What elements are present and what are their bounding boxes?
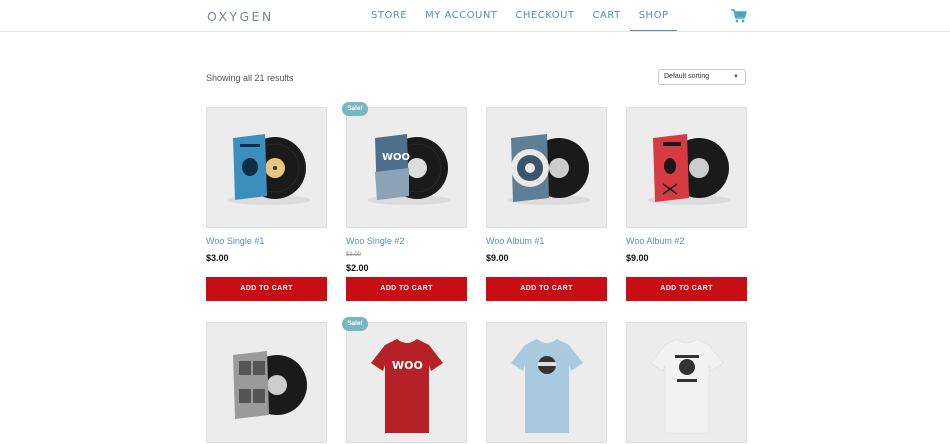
add-to-cart-button[interactable]: ADD TO CART xyxy=(486,277,607,301)
product-image[interactable] xyxy=(626,107,747,228)
vinyl-record-icon: WOO xyxy=(367,134,451,205)
vinyl-record-icon xyxy=(507,134,591,205)
product-name[interactable]: Woo Album #2 xyxy=(626,236,684,246)
sale-badge: Sale! xyxy=(342,317,368,331)
nav-cart[interactable]: CART xyxy=(584,0,630,31)
result-count: Showing all 21 results xyxy=(206,73,294,83)
chevron-down-icon: ▼ xyxy=(733,74,739,80)
product-name[interactable]: Woo Single #2 xyxy=(346,236,404,246)
add-to-cart-button[interactable]: ADD TO CART xyxy=(206,277,327,301)
sort-select[interactable]: Default sorting ▼ xyxy=(658,69,746,85)
product-image[interactable] xyxy=(486,107,607,228)
nav-store[interactable]: STORE xyxy=(362,0,416,31)
product-image[interactable] xyxy=(206,107,327,228)
vinyl-record-icon xyxy=(227,134,311,205)
tshirt-icon: WOO xyxy=(371,339,443,433)
product-image[interactable]: WOO xyxy=(346,107,467,228)
nav-my-account[interactable]: MY ACCOUNT xyxy=(416,0,506,31)
site-header: OXYGEN STORE MY ACCOUNT CHECKOUT CART SH… xyxy=(0,0,950,32)
shopping-cart-icon[interactable] xyxy=(731,9,747,23)
vinyl-record-icon xyxy=(233,351,307,419)
site-logo[interactable]: OXYGEN xyxy=(207,9,274,24)
svg-text:WOO: WOO xyxy=(392,359,423,372)
product-price: $9.00 xyxy=(486,253,509,263)
product-price: $2.00 xyxy=(346,263,369,273)
product-old-price: $3.00 xyxy=(346,252,362,258)
sale-badge: Sale! xyxy=(342,102,368,116)
svg-text:WOO: WOO xyxy=(382,152,410,163)
product-image[interactable]: WOO xyxy=(346,322,467,443)
nav-checkout[interactable]: CHECKOUT xyxy=(506,0,583,31)
product-name[interactable]: Woo Album #1 xyxy=(486,236,544,246)
product-name[interactable]: Woo Single #1 xyxy=(206,236,264,246)
add-to-cart-button[interactable]: ADD TO CART xyxy=(626,277,747,301)
tshirt-icon xyxy=(650,338,724,434)
product-image[interactable] xyxy=(206,322,327,443)
product-price: $3.00 xyxy=(206,253,229,263)
product-image[interactable] xyxy=(626,322,747,443)
vinyl-record-icon xyxy=(647,134,731,205)
tshirt-icon xyxy=(511,339,583,433)
main-nav: STORE MY ACCOUNT CHECKOUT CART SHOP xyxy=(362,0,678,31)
product-image[interactable] xyxy=(486,322,607,443)
sort-selected-value: Default sorting xyxy=(664,73,710,80)
nav-shop[interactable]: SHOP xyxy=(629,0,678,31)
add-to-cart-button[interactable]: ADD TO CART xyxy=(346,277,467,301)
product-price: $9.00 xyxy=(626,253,649,263)
